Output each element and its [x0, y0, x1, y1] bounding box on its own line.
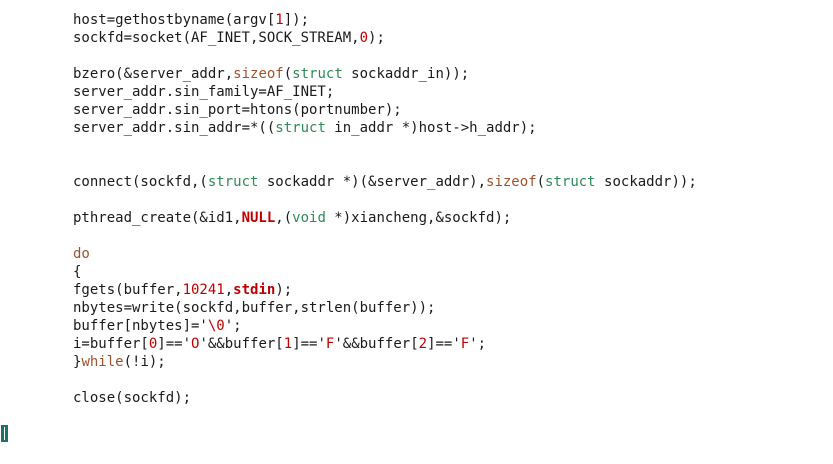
- code-line[interactable]: close(sockfd);: [73, 389, 697, 407]
- cursor-caret-icon: [4, 427, 5, 440]
- code-token: (: [283, 66, 293, 82]
- code-token: sockaddr));: [595, 174, 697, 190]
- code-token: ';: [224, 318, 242, 334]
- code-token: \0: [207, 318, 225, 334]
- code-line[interactable]: pthread_create(&id1,NULL,(void *)xianche…: [73, 209, 697, 227]
- code-line[interactable]: do: [73, 245, 697, 263]
- code-line[interactable]: buffer[nbytes]='\0';: [73, 317, 697, 335]
- code-token: );: [275, 282, 293, 298]
- code-token: close(sockfd);: [73, 390, 192, 406]
- code-token: ,(: [275, 210, 293, 226]
- code-token: (: [536, 174, 546, 190]
- code-token: sizeof: [233, 66, 284, 82]
- code-line[interactable]: server_addr.sin_port=htons(portnumber);: [73, 101, 697, 119]
- code-token: struct: [292, 66, 343, 82]
- code-token: i=buffer[: [73, 336, 149, 352]
- code-line[interactable]: connect(sockfd,(struct sockaddr *)(&serv…: [73, 173, 697, 191]
- code-line[interactable]: server_addr.sin_family=AF_INET;: [73, 83, 697, 101]
- code-line[interactable]: {: [73, 263, 697, 281]
- code-token: fgets(buffer,: [73, 282, 183, 298]
- code-token: while: [81, 354, 124, 370]
- code-line[interactable]: fgets(buffer,10241,stdin);: [73, 281, 697, 299]
- code-token: pthread_create(&id1,: [73, 210, 242, 226]
- code-token: {: [73, 264, 82, 280]
- code-token: server_addr.sin_addr=*((: [73, 120, 276, 136]
- code-token: server_addr.sin_family=AF_INET;: [73, 84, 335, 100]
- code-token: stdin: [233, 282, 276, 298]
- code-token: 1: [275, 12, 284, 28]
- code-token: struct: [545, 174, 596, 190]
- code-line[interactable]: bzero(&server_addr,sizeof(struct sockadd…: [73, 65, 697, 83]
- code-token: ]==': [427, 336, 461, 352]
- code-line[interactable]: nbytes=write(sockfd,buffer,strlen(buffer…: [73, 299, 697, 317]
- code-token: sizeof: [486, 174, 537, 190]
- code-line[interactable]: ​: [73, 155, 697, 173]
- code-line[interactable]: ​: [73, 191, 697, 209]
- code-token: ]==': [157, 336, 192, 352]
- code-token: *)xiancheng,&sockfd);: [325, 210, 512, 226]
- code-line[interactable]: i=buffer[0]=='O'&&buffer[1]=='F'&&buffer…: [73, 335, 697, 353]
- code-line[interactable]: }while(!i);: [73, 353, 697, 371]
- code-token: ,: [224, 282, 234, 298]
- code-token: ]);: [283, 12, 310, 28]
- code-token: sockaddr_in));: [342, 66, 470, 82]
- code-token: NULL: [241, 210, 276, 226]
- code-token: struct: [207, 174, 259, 190]
- code-token: ';: [469, 336, 487, 352]
- code-line[interactable]: ​: [73, 371, 697, 389]
- code-token: F: [460, 336, 470, 352]
- code-line[interactable]: server_addr.sin_addr=*((struct in_addr *…: [73, 119, 697, 137]
- code-token: bzero(&server_addr,: [73, 66, 234, 82]
- code-line[interactable]: host=gethostbyname(argv[1]);: [73, 11, 697, 29]
- code-token: connect(sockfd,(: [73, 174, 208, 190]
- code-token: (!i);: [123, 354, 166, 370]
- code-token: nbytes=write(sockfd,buffer,strlen(buffer…: [73, 300, 436, 316]
- code-token: in_addr *)host->h_addr);: [325, 120, 537, 136]
- code-token: 10241: [182, 282, 225, 298]
- code-editor[interactable]: host=gethostbyname(argv[1]); sockfd=socke…: [0, 0, 833, 464]
- code-token: 0: [359, 30, 369, 46]
- code-text-area[interactable]: host=gethostbyname(argv[1]); sockfd=socke…: [73, 11, 697, 407]
- code-token: server_addr.sin_port=htons(portnumber);: [73, 102, 402, 118]
- code-token: buffer[nbytes]=': [73, 318, 208, 334]
- code-token: ]==': [292, 336, 326, 352]
- code-line[interactable]: ​: [73, 137, 697, 155]
- code-line[interactable]: ​: [73, 47, 697, 65]
- code-token: sockaddr *)(&server_addr),: [258, 174, 487, 190]
- code-token: void: [292, 210, 326, 226]
- code-token: struct: [275, 120, 326, 136]
- code-token: '&&buffer[: [334, 336, 419, 352]
- code-token: 1: [283, 336, 293, 352]
- code-token: do: [73, 246, 90, 262]
- code-token: );: [368, 30, 385, 46]
- code-token: host=gethostbyname(argv[: [73, 12, 276, 28]
- code-token: sockfd=socket(AF_INET,SOCK_STREAM,: [73, 30, 360, 46]
- code-line[interactable]: ​: [73, 227, 697, 245]
- code-line[interactable]: sockfd=socket(AF_INET,SOCK_STREAM,0);: [73, 29, 697, 47]
- code-token: 2: [418, 336, 428, 352]
- code-token: '&&buffer[: [199, 336, 284, 352]
